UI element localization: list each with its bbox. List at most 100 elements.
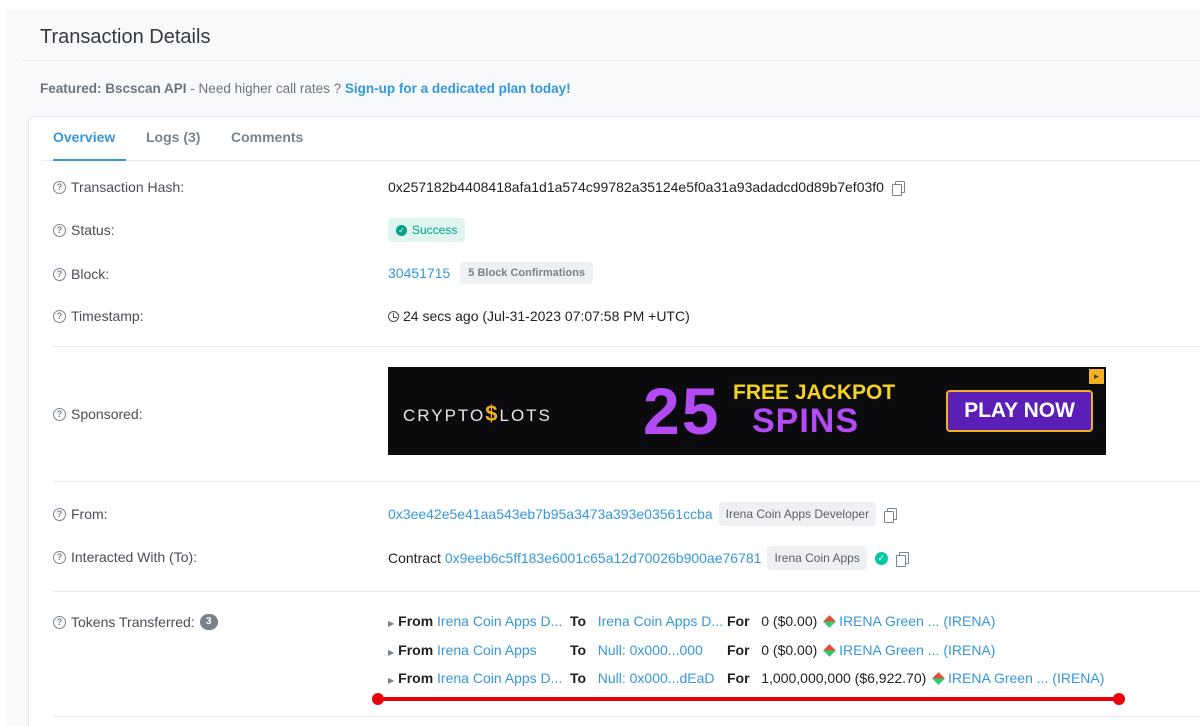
red-annotation-start-dot <box>372 693 384 705</box>
sponsored-ad-banner[interactable]: CRYPTO$LOTS 25 FREE JACKPOT SPINS PLAY N… <box>388 367 1106 455</box>
tx-hash-label: ? Transaction Hash: <box>53 179 184 195</box>
contract-prefix: Contract <box>388 550 441 566</box>
verified-check-icon: ✓ <box>874 551 888 565</box>
caret-right-icon: ▶ <box>388 648 395 657</box>
block-label: ? Block: <box>53 266 109 282</box>
timestamp-label-text: Timestamp: <box>71 308 144 324</box>
timestamp-value: 24 secs ago (Jul-31-2023 07:07:58 PM +UT… <box>388 308 690 324</box>
clock-icon <box>388 310 399 322</box>
interacted-label: ? Interacted With (To): <box>53 549 197 565</box>
tx-hash-text: 0x257182b4408418afa1d1a574c99782a35124e5… <box>388 179 884 195</box>
interacted-label-text: Interacted With (To): <box>71 549 198 565</box>
token-logo-icon <box>823 644 836 657</box>
tokens-label-text: Tokens Transferred: <box>71 614 195 630</box>
status-badge: ✓ Success <box>388 218 466 242</box>
transfer-amount: 1,000,000,000 ($6,922.70) <box>761 670 927 686</box>
tab-overview[interactable]: Overview <box>53 117 126 161</box>
tx-hash-value: 0x257182b4408418afa1d1a574c99782a35124e5… <box>388 179 905 196</box>
ad-spins-text: SPINS <box>752 402 860 440</box>
featured-banner: Featured: Bscscan API - Need higher call… <box>40 81 571 96</box>
ad-big-number: 25 <box>643 374 721 448</box>
help-icon[interactable]: ? <box>53 180 66 194</box>
top-strip <box>0 0 1200 10</box>
transfer-from-link[interactable]: Irena Coin Apps D... <box>437 670 562 686</box>
transfer-to-keyword: To <box>570 642 587 658</box>
copy-icon[interactable] <box>895 551 909 567</box>
transfer-from-link[interactable]: Irena Coin Apps <box>437 642 537 658</box>
ad-logo-dollar: $ <box>485 401 500 426</box>
section-divider <box>53 591 1200 592</box>
tx-hash-label-text: Transaction Hash: <box>71 179 185 195</box>
interacted-value: Contract 0x9eeb6c5ff183e6001c65a12d70026… <box>388 546 909 570</box>
transfer-from-keyword: From <box>398 613 434 629</box>
tokens-count-badge: 3 <box>199 614 218 630</box>
transfer-for-keyword: For <box>727 670 750 686</box>
transfer-to-keyword: To <box>570 613 587 629</box>
ad-close-icon[interactable]: ▸ <box>1089 369 1104 384</box>
tab-comments-label: Comments <box>231 129 304 145</box>
transfer-to-link[interactable]: Irena Coin Apps D... <box>598 613 723 629</box>
from-label-text: From: <box>71 506 108 522</box>
token-logo-icon <box>823 615 836 628</box>
status-value: ✓ Success <box>388 218 466 242</box>
copy-icon[interactable] <box>884 507 898 523</box>
contract-name-tag: Irena Coin Apps <box>767 546 867 570</box>
caret-right-icon: ▶ <box>388 676 395 685</box>
transfer-token-link[interactable]: IRENA Green ... (IRENA) <box>839 642 995 658</box>
section-divider <box>53 346 1200 347</box>
transfer-to-link[interactable]: Null: 0x000...000 <box>598 642 703 658</box>
block-number-link[interactable]: 30451715 <box>388 265 450 281</box>
transfer-from-keyword: From <box>398 642 434 658</box>
block-confirmations-badge: 5 Block Confirmations <box>460 262 594 284</box>
featured-signup-link[interactable]: Sign-up for a dedicated plan today! <box>345 81 571 96</box>
transfer-token-link[interactable]: IRENA Green ... (IRENA) <box>948 670 1104 686</box>
transfer-amount: 0 ($0.00) <box>761 642 818 658</box>
featured-label: Featured: Bscscan API <box>40 81 187 96</box>
transfer-amount: 0 ($0.00) <box>761 613 818 629</box>
ad-logo-right: LOTS <box>499 406 552 425</box>
contract-address-link[interactable]: 0x9eeb6c5ff183e6001c65a12d70026b900ae767… <box>445 550 762 566</box>
transfer-for-keyword: For <box>727 613 750 629</box>
help-icon[interactable]: ? <box>53 407 66 421</box>
help-icon[interactable]: ? <box>53 267 66 281</box>
featured-text: - Need higher call rates ? <box>186 81 345 96</box>
red-underline-annotation <box>378 697 1120 701</box>
from-value: 0x3ee42e5e41aa543eb7b95a3473a393e03561cc… <box>388 502 898 526</box>
ad-logo: CRYPTO$LOTS <box>403 401 552 427</box>
help-icon[interactable]: ? <box>53 223 66 237</box>
tab-bar: Overview Logs (3) Comments <box>41 117 1200 161</box>
status-label-text: Status: <box>71 222 115 238</box>
sponsored-label-text: Sponsored: <box>71 406 143 422</box>
caret-right-icon: ▶ <box>388 619 395 628</box>
left-edge <box>0 10 6 726</box>
transfer-to-link[interactable]: Null: 0x000...dEaD <box>598 670 715 686</box>
token-logo-icon <box>932 672 945 685</box>
ad-logo-left: CRYPTO <box>403 406 486 425</box>
tab-logs-label: Logs (3) <box>146 129 201 145</box>
section-divider <box>53 481 1200 482</box>
transfer-from-link[interactable]: Irena Coin Apps D... <box>437 613 562 629</box>
block-label-text: Block: <box>71 266 110 282</box>
tab-logs[interactable]: Logs (3) <box>146 117 200 161</box>
title-divider <box>22 60 1200 61</box>
help-icon[interactable]: ? <box>53 507 66 521</box>
from-label: ? From: <box>53 506 108 522</box>
status-label: ? Status: <box>53 222 115 238</box>
check-circle-icon: ✓ <box>396 224 407 236</box>
ad-play-now-button[interactable]: PLAY NOW <box>946 390 1093 432</box>
tab-comments[interactable]: Comments <box>231 117 303 161</box>
help-icon[interactable]: ? <box>53 615 66 629</box>
from-name-tag: Irena Coin Apps Developer <box>718 502 877 526</box>
page-title: Transaction Details <box>40 26 211 48</box>
transfer-to-keyword: To <box>570 670 587 686</box>
from-address-link[interactable]: 0x3ee42e5e41aa543eb7b95a3473a393e03561cc… <box>388 506 713 522</box>
transfer-from-keyword: From <box>398 670 434 686</box>
tokens-label: ? Tokens Transferred: 3 <box>53 614 218 630</box>
help-icon[interactable]: ? <box>53 309 66 323</box>
copy-icon[interactable] <box>891 180 905 196</box>
red-annotation-end-dot <box>1113 693 1125 705</box>
section-divider <box>53 716 1200 717</box>
transfer-token-link[interactable]: IRENA Green ... (IRENA) <box>839 613 995 629</box>
timestamp-label: ? Timestamp: <box>53 308 144 324</box>
help-icon[interactable]: ? <box>53 550 66 564</box>
